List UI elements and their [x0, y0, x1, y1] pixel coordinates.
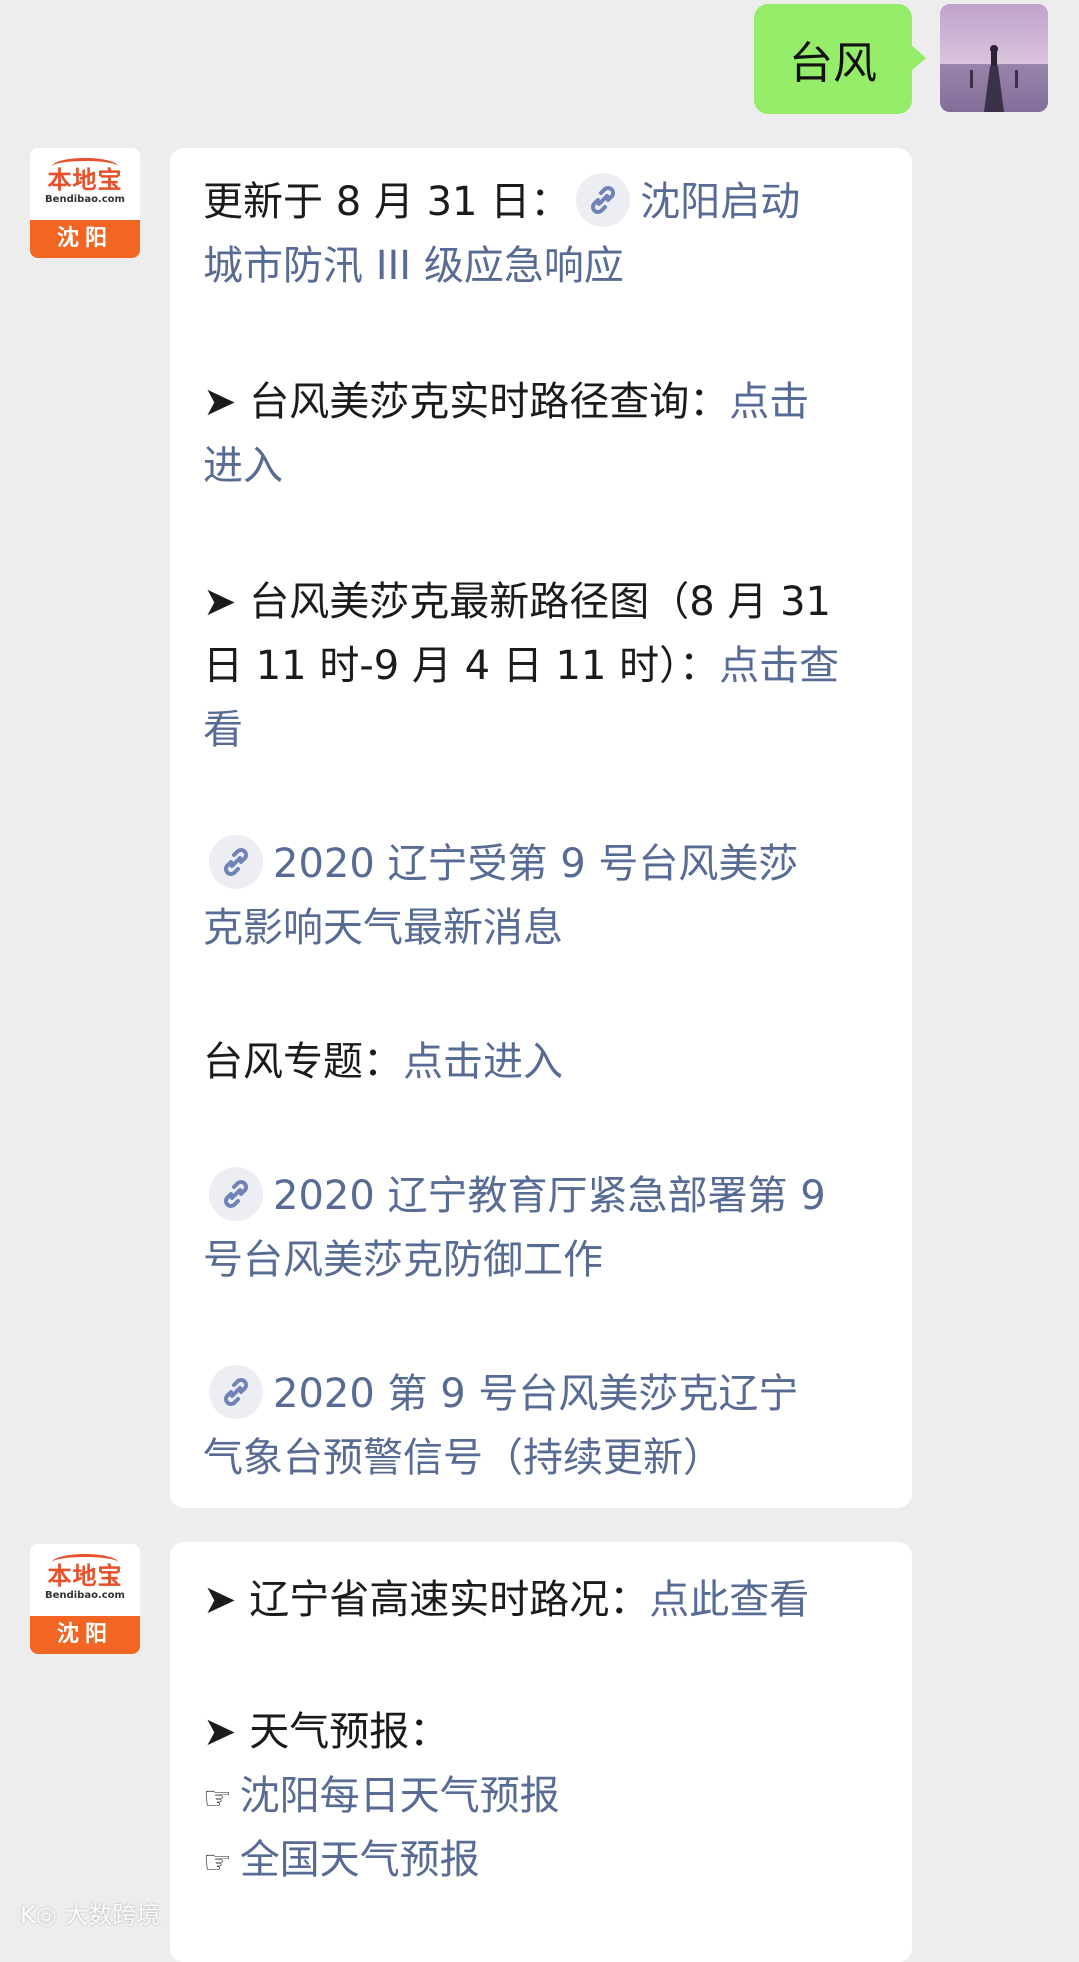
- sender-avatar[interactable]: 本地宝 Bendibao.com 沈阳: [30, 1544, 140, 1654]
- brand-logo-text: 本地宝: [47, 165, 123, 194]
- liaoning-weather-news-link[interactable]: 2020 辽宁受第 9 号台风美莎: [273, 841, 798, 887]
- message-line: ➤ 辽宁省高速实时路况：点此查看: [203, 1568, 809, 1632]
- typhoon-path-map-label: ➤ 台风美莎克最新路径图（8 月 31: [203, 579, 832, 625]
- typhoon-topic-label: 台风专题：: [203, 1039, 403, 1085]
- typhoon-topic-link[interactable]: 点击进入: [403, 1039, 563, 1085]
- brand-domain: Bendibao.com: [45, 194, 125, 205]
- brand-domain: Bendibao.com: [45, 1590, 125, 1601]
- shenyang-daily-weather-link[interactable]: 沈阳每日天气预报: [240, 1773, 560, 1819]
- outgoing-message-text: 台风: [789, 38, 877, 89]
- message-line: 2020 辽宁教育厅紧急部署第 9: [203, 1164, 826, 1228]
- brand-logo-text: 本地宝: [47, 1561, 123, 1590]
- warning-signal-link-cont[interactable]: 气象台预警信号（持续更新）: [203, 1426, 723, 1490]
- self-avatar-image: [940, 4, 1048, 112]
- highway-traffic-label: ➤ 辽宁省高速实时路况：: [203, 1577, 650, 1623]
- pointing-hand-icon: ☞: [203, 1843, 232, 1881]
- message-line: ☞ 全国天气预报: [203, 1828, 480, 1894]
- message-line: 台风专题：点击进入: [203, 1030, 563, 1094]
- weather-forecast-label: ➤ 天气预报：: [203, 1709, 450, 1755]
- path-map-link-cont[interactable]: 看: [203, 698, 243, 762]
- link-chain-icon: [209, 1365, 263, 1419]
- flood-response-link[interactable]: 沈阳启动: [640, 179, 800, 225]
- message-line: 2020 辽宁受第 9 号台风美莎: [203, 832, 798, 896]
- update-date-text: 更新于 8 月 31 日：: [203, 179, 571, 225]
- national-weather-link[interactable]: 全国天气预报: [240, 1837, 480, 1883]
- message-line: ➤ 台风美莎克实时路径查询：点击: [203, 370, 809, 434]
- message-line: 2020 第 9 号台风美莎克辽宁: [203, 1362, 798, 1426]
- watermark-logo-icon: K◎: [20, 1901, 57, 1929]
- pointing-hand-icon: ☞: [203, 1779, 232, 1817]
- incoming-message-bubble: [170, 148, 912, 1508]
- watermark-text: 大数跨境: [64, 1901, 161, 1929]
- education-dept-link-cont[interactable]: 号台风美莎克防御工作: [203, 1228, 603, 1292]
- link-chain-icon: [576, 173, 631, 227]
- message-line: 更新于 8 月 31 日： 沈阳启动: [203, 170, 800, 234]
- brand-city: 沈阳: [30, 220, 140, 258]
- education-dept-link[interactable]: 2020 辽宁教育厅紧急部署第 9: [273, 1173, 826, 1219]
- message-line: ☞ 沈阳每日天气预报: [203, 1764, 560, 1830]
- outgoing-bubble-tail: [910, 44, 926, 72]
- typhoon-path-query-label: ➤ 台风美莎克实时路径查询：: [203, 379, 730, 425]
- sender-avatar[interactable]: 本地宝 Bendibao.com 沈阳: [30, 148, 140, 258]
- path-query-link-cont[interactable]: 进入: [203, 434, 283, 498]
- brand-city: 沈阳: [30, 1616, 140, 1654]
- liaoning-weather-news-link-cont[interactable]: 克影响天气最新消息: [203, 896, 563, 960]
- link-chain-icon: [209, 835, 263, 889]
- outgoing-message-bubble[interactable]: 台风: [754, 4, 912, 114]
- flood-response-link-cont[interactable]: 城市防汛 III 级应急响应: [203, 234, 624, 298]
- message-line: 日 11 时-9 月 4 日 11 时）：点击查: [203, 634, 839, 698]
- warning-signal-link[interactable]: 2020 第 9 号台风美莎克辽宁: [273, 1371, 798, 1417]
- self-avatar[interactable]: [940, 4, 1048, 112]
- path-map-link[interactable]: 点击查: [719, 643, 839, 689]
- highway-traffic-link[interactable]: 点此查看: [649, 1577, 809, 1623]
- watermark: K◎ 大数跨境: [20, 1895, 160, 1930]
- link-chain-icon: [209, 1167, 263, 1221]
- path-map-time-range: 日 11 时-9 月 4 日 11 时）：: [203, 643, 720, 689]
- path-query-link[interactable]: 点击: [729, 379, 809, 425]
